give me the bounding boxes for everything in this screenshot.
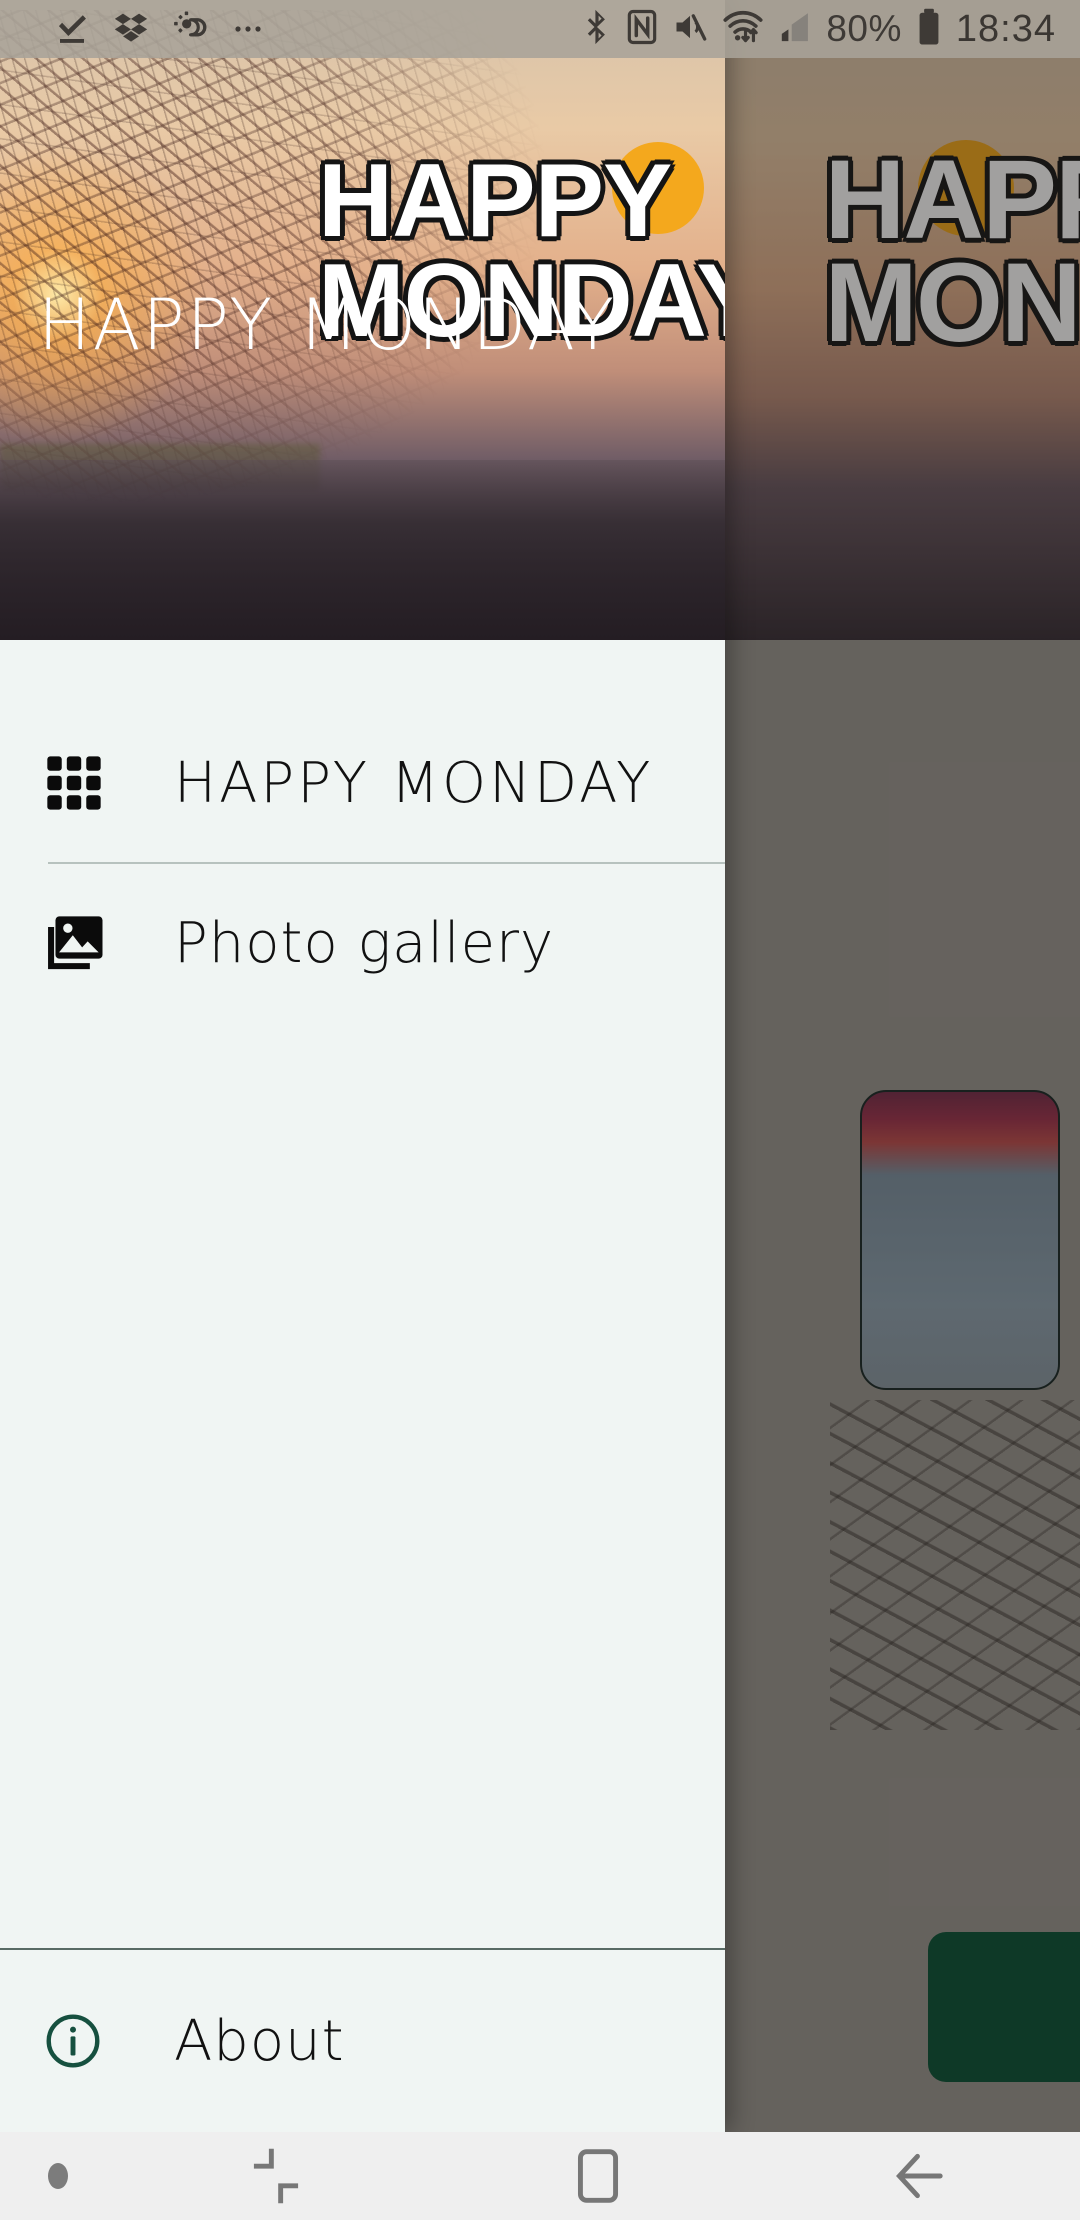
battery-percent-label: 80% [826, 8, 902, 49]
phone-screen: HAPPY MONDAY HAPPY MONDAY HAPPY MONDAY [0, 0, 1080, 2220]
status-bar-notifications [0, 9, 268, 50]
status-bar-system-icons: 80% 18:34 [582, 7, 1080, 52]
drawer-header-title: HAPPY MONDAY [38, 284, 617, 366]
navigation-drawer: HAPPY MONDAY HAPPY MONDAY HAPPY MONDAY P… [0, 0, 725, 2132]
sidebar-item-happy-monday[interactable]: HAPPY MONDAY [0, 704, 725, 862]
nav-indicator-dot [0, 2132, 115, 2220]
dot-icon [47, 2163, 68, 2189]
drawer-menu-list: HAPPY MONDAY Photo gallery [0, 640, 725, 1948]
android-nav-bar [0, 2132, 1080, 2220]
bluetooth-icon [582, 8, 612, 51]
sidebar-item-label: About [174, 2008, 345, 2074]
drawer-banner-line1: HAPPY [318, 143, 672, 259]
grid-icon [42, 751, 128, 815]
sidebar-item-photo-gallery[interactable]: Photo gallery [0, 864, 725, 1022]
weather-icon [172, 9, 208, 50]
download-complete-icon [54, 9, 90, 50]
nav-recents-button[interactable] [115, 2132, 437, 2220]
sidebar-item-label: HAPPY MONDAY [174, 750, 654, 816]
dropbox-icon [114, 10, 148, 49]
battery-icon [916, 7, 942, 52]
mute-icon [672, 9, 708, 50]
drawer-footer: About [0, 1948, 725, 2132]
recents-icon [253, 2148, 298, 2204]
nfc-icon [626, 8, 658, 51]
nav-back-button[interactable] [758, 2132, 1080, 2220]
photo-library-icon [42, 910, 128, 976]
mobile-signal-icon [778, 9, 812, 50]
sidebar-item-label: Photo gallery [174, 910, 555, 976]
back-arrow-icon [896, 2153, 943, 2199]
nav-home-button[interactable] [437, 2132, 759, 2220]
home-icon [577, 2149, 618, 2203]
more-notifications-icon [232, 18, 268, 41]
sidebar-item-about[interactable]: About [0, 1950, 725, 2132]
clock-label: 18:34 [955, 7, 1056, 50]
status-bar: 80% 18:34 [0, 0, 1080, 58]
wifi-icon [722, 8, 764, 51]
info-icon [42, 2010, 128, 2072]
drawer-header: HAPPY MONDAY HAPPY MONDAY [0, 0, 725, 640]
